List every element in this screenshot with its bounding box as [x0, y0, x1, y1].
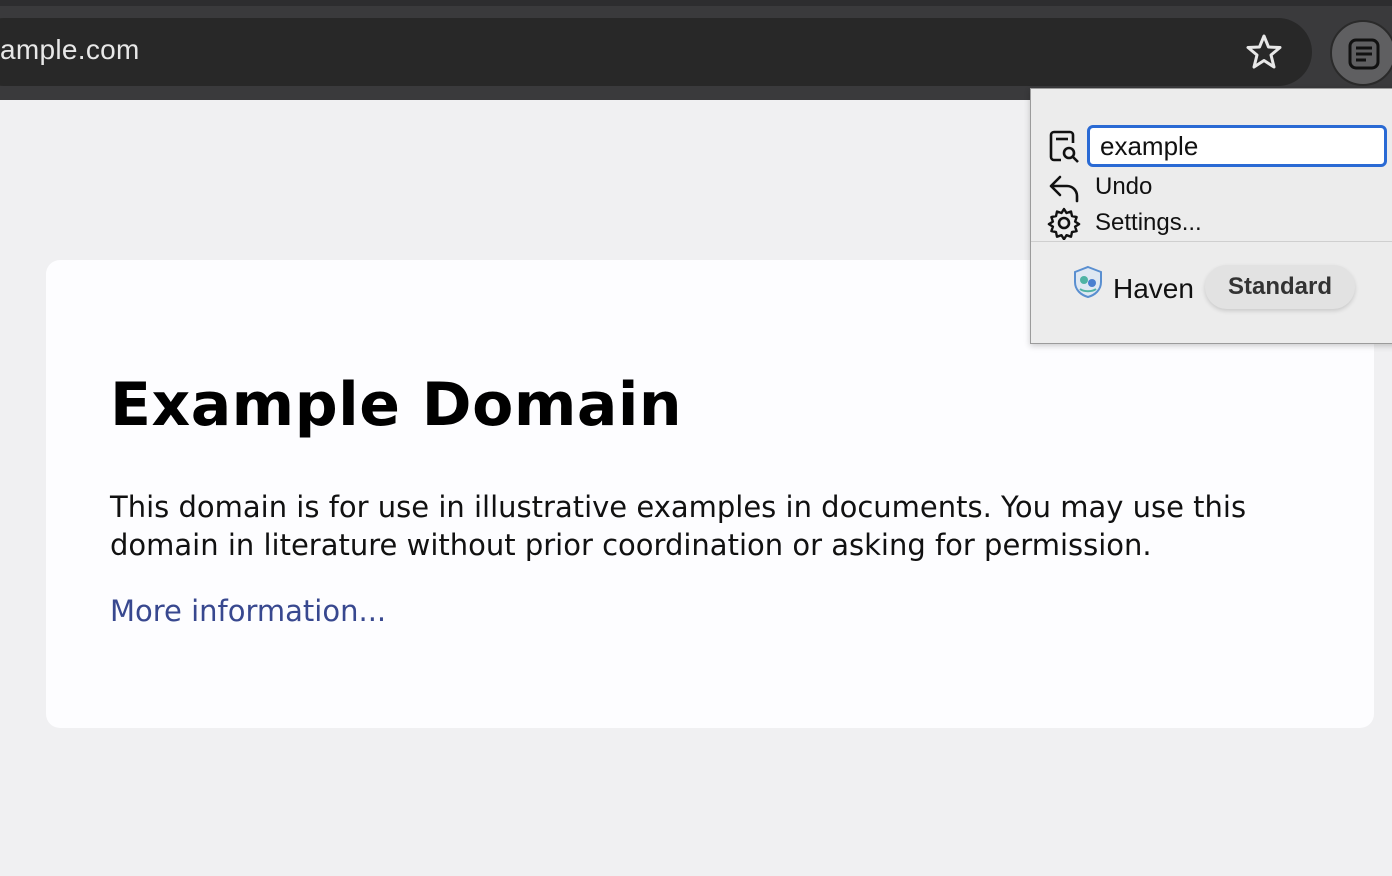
settings-menu-item[interactable]: Settings... — [1095, 209, 1202, 237]
undo-icon — [1049, 175, 1079, 203]
address-bar[interactable] — [0, 18, 1312, 86]
haven-logo-icon — [1074, 265, 1102, 299]
star-icon[interactable] — [1244, 32, 1284, 72]
popup-divider — [1031, 241, 1392, 242]
page-paragraph: This domain is for use in illustrative e… — [110, 490, 1247, 562]
mode-badge[interactable]: Standard — [1205, 265, 1355, 309]
reader-extension-button[interactable] — [1330, 20, 1392, 86]
tab-strip — [0, 0, 1392, 6]
search-doc-icon — [1049, 130, 1079, 163]
more-information-link[interactable]: More information... — [110, 594, 386, 628]
page-title: Example Domain — [110, 370, 683, 440]
search-input[interactable] — [1087, 125, 1387, 167]
browser-toolbar: ample.com — [0, 0, 1392, 100]
reader-icon — [1348, 38, 1380, 70]
extension-popup: Undo Settings... Haven Standard — [1030, 88, 1392, 344]
gear-icon — [1047, 207, 1081, 240]
undo-menu-item[interactable]: Undo — [1095, 173, 1152, 201]
address-bar-url[interactable]: ample.com — [0, 34, 140, 66]
popup-footer: Haven Standard — [1031, 259, 1392, 319]
haven-brand-name: Haven — [1113, 273, 1194, 304]
